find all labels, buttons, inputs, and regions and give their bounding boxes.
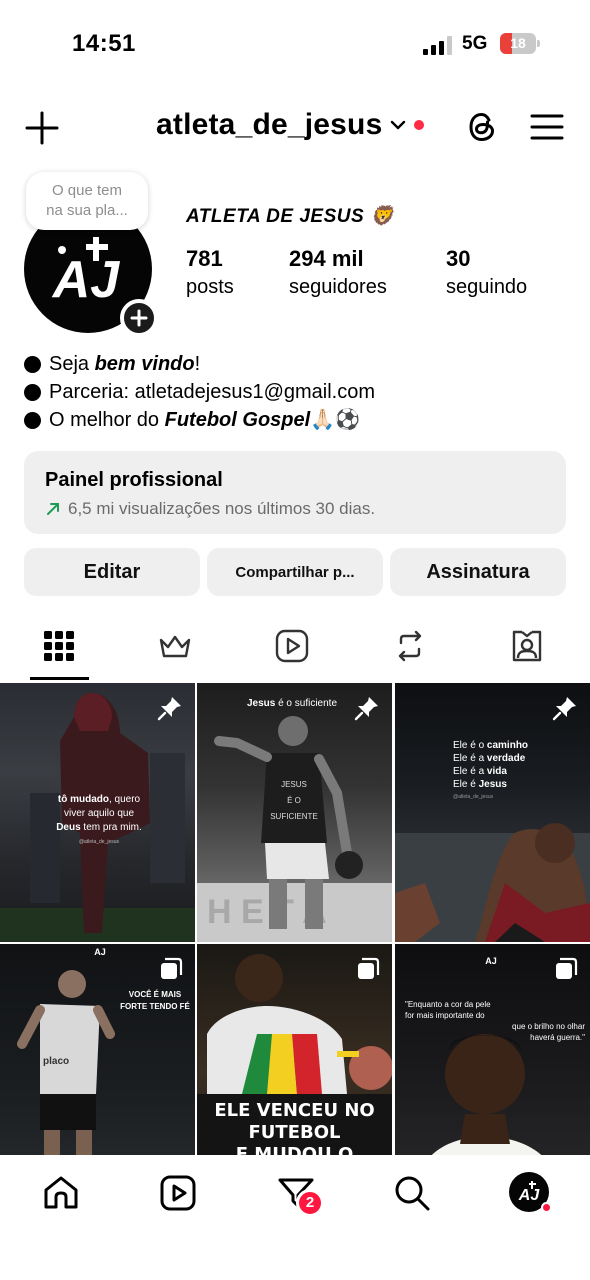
stat-following-value: 30 <box>446 246 471 271</box>
carousel-icon <box>358 957 380 979</box>
professional-dashboard-title: Painel profissional <box>45 469 223 491</box>
hamburger-menu-icon[interactable] <box>530 112 564 142</box>
stat-followers-label: seguidores <box>289 276 387 298</box>
share-profile-button[interactable]: Compartilhar p... <box>207 548 383 596</box>
post-4-caption: VOCÊ É MAIS FORTE TENDO FÉ <box>120 990 190 1011</box>
post-2-caption: Jesus é o suficiente <box>246 698 338 709</box>
post-3-caption: Ele é o caminho Ele é a verdade Ele é a … <box>453 740 529 800</box>
post-6-logo: AJ <box>485 956 497 966</box>
pin-icon <box>157 697 181 721</box>
svg-text:SUFICIENTE: SUFICIENTE <box>270 812 318 821</box>
add-story-button[interactable] <box>120 299 158 337</box>
stat-following[interactable]: 30 seguindo <box>446 246 527 299</box>
post-tile-6[interactable]: AJ "Enquanto a cor da pele for mais impo… <box>395 944 590 1155</box>
threads-icon[interactable] <box>466 110 498 144</box>
post-3-image <box>395 823 590 942</box>
account-switcher[interactable]: atleta_de_jesus <box>156 108 425 142</box>
pin-icon <box>354 697 378 721</box>
svg-text:AJ: AJ <box>518 1187 541 1204</box>
avatar-logo-text: AJ <box>51 251 121 309</box>
status-bar: 14:51 5G 18 <box>0 0 590 80</box>
display-name: ATLETA DE JESUS 🦁 <box>186 206 395 227</box>
note-line-1: O que tem <box>51 182 123 199</box>
bio-line-3: O melhor do Futebol Gospel 🙏🏻⚽ <box>24 406 375 434</box>
carousel-icon <box>161 957 183 979</box>
professional-dashboard[interactable]: Painel profissional 6,5 mi visualizações… <box>24 451 566 534</box>
chevron-down-icon <box>391 120 406 130</box>
notification-dot <box>414 120 425 130</box>
profile-actions: Editar Compartilhar p... Assinatura <box>0 548 590 596</box>
stat-posts[interactable]: 781 posts <box>186 246 234 299</box>
posts-grid: tô mudado, quero viver aquilo que Deus t… <box>0 683 590 1155</box>
profile-notification-dot <box>541 1202 552 1213</box>
battery-icon: 18 <box>500 33 540 54</box>
search-icon[interactable] <box>392 1173 432 1213</box>
crown-icon[interactable] <box>157 628 197 668</box>
post-tile-3[interactable]: Ele é o caminho Ele é a verdade Ele é a … <box>395 683 590 942</box>
post-tile-5[interactable]: ELE VENCEU NO FUTEBOL E MUDOU O DESTINO … <box>197 944 392 1155</box>
carousel-icon <box>556 957 578 979</box>
post-6-caption: "Enquanto a cor da pele for mais importa… <box>405 1000 585 1042</box>
username: atleta_de_jesus <box>156 108 383 141</box>
notification-badge: 2 <box>296 1189 324 1217</box>
note-bubble[interactable]: O que tem na sua pla... <box>26 172 148 230</box>
subscription-button[interactable]: Assinatura <box>390 548 566 596</box>
post-1-caption: tô mudado, quero viver aquilo que Deus t… <box>56 794 142 845</box>
reels-icon[interactable] <box>274 628 314 668</box>
note-line-2: na sua pla... <box>46 202 128 219</box>
svg-text:É O: É O <box>287 796 301 805</box>
grid-icon[interactable] <box>41 628 81 668</box>
network-type: 5G <box>462 33 488 54</box>
repost-icon[interactable] <box>392 628 432 668</box>
signal-icon <box>423 35 453 55</box>
stat-followers-value: 294 mil <box>289 246 364 271</box>
trend-up-icon <box>47 503 59 515</box>
bio-line-1: Seja bem vindo! <box>24 350 375 378</box>
status-time: 14:51 <box>72 30 136 57</box>
home-icon[interactable] <box>41 1173 81 1213</box>
plus-icon[interactable] <box>24 110 60 146</box>
svg-text:JESUS: JESUS <box>281 780 307 789</box>
profile-tabs <box>0 620 590 680</box>
reels-nav-icon[interactable] <box>158 1173 198 1213</box>
professional-dashboard-subtitle: 6,5 mi visualizações nos últimos 30 dias… <box>45 499 545 519</box>
stat-posts-value: 781 <box>186 246 223 271</box>
svg-text:placo: placo <box>43 1056 69 1067</box>
active-tab-indicator <box>30 677 89 680</box>
bottom-navigation: 2 AJ <box>0 1155 590 1280</box>
bio: Seja bem vindo! Parceria: atletadejesus1… <box>24 350 375 434</box>
profile-header: atleta_de_jesus <box>0 100 590 156</box>
post-tile-1[interactable]: tô mudado, quero viver aquilo que Deus t… <box>0 683 195 942</box>
stat-following-label: seguindo <box>446 276 528 298</box>
pin-icon <box>552 697 576 721</box>
edit-profile-button[interactable]: Editar <box>24 548 200 596</box>
post-tile-2[interactable]: H E T A JESUS É O SUFICIENTE Jesus é o s… <box>197 683 392 942</box>
tagged-icon[interactable] <box>509 628 549 668</box>
post-5-caption: ELE VENCEU NO FUTEBOL E MUDOU O DESTINO … <box>214 1100 375 1155</box>
bio-line-2[interactable]: Parceria: atletadejesus1@gmail.com <box>24 378 375 406</box>
stat-followers[interactable]: 294 mil seguidores <box>289 246 387 299</box>
post-2-image: H E T A JESUS É O SUFICIENTE <box>197 716 392 942</box>
stat-posts-label: posts <box>186 276 234 298</box>
battery-level: 18 <box>510 35 526 51</box>
post-4-logo: AJ <box>94 947 106 957</box>
post-tile-4[interactable]: placo AJ VOCÊ É MAIS FORTE TENDO FÉ <box>0 944 195 1155</box>
